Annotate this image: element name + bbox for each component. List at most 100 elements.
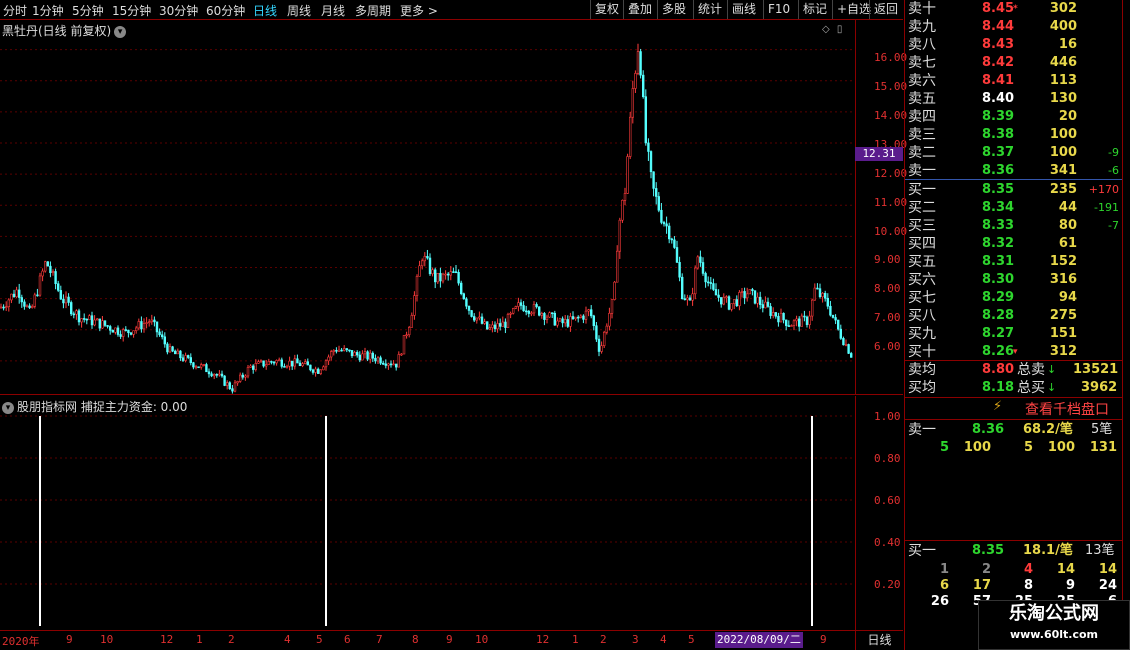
candle xyxy=(602,330,606,349)
candle xyxy=(532,301,536,317)
candle xyxy=(135,325,138,334)
candle xyxy=(218,370,221,377)
period-tab-monthly[interactable]: 月线 xyxy=(321,2,345,19)
period-tab-15min[interactable]: 15分钟 xyxy=(112,2,151,19)
level2-ask-row: 卖一 8.36 68.2/笔 5笔 xyxy=(905,421,1123,439)
candle xyxy=(839,324,843,340)
asks-row[interactable]: 卖一 8.36 341 -6 xyxy=(905,162,1123,180)
main-price-chart[interactable]: 黑牡丹(日线 前复权) ▾ ◇ ▯ 16.00 15.00 14.00 13.00… xyxy=(0,20,907,395)
period-tab-60min[interactable]: 60分钟 xyxy=(206,2,245,19)
candle xyxy=(678,256,681,282)
candle xyxy=(636,43,640,76)
candle xyxy=(696,255,700,270)
back-button[interactable]: 返回 xyxy=(869,0,902,19)
candle xyxy=(337,345,341,352)
collapsed-side-panel[interactable] xyxy=(1122,0,1130,600)
period-tab-more[interactable]: 更多 > xyxy=(400,2,438,19)
bids-row[interactable]: 买三 8.33 80 -7 xyxy=(905,217,1123,235)
period-tag[interactable]: 日线 xyxy=(855,631,903,650)
period-tab-fenshi[interactable]: 分时 xyxy=(3,2,27,19)
period-tab-5min[interactable]: 5分钟 xyxy=(72,2,104,19)
date-tick: 4 xyxy=(660,633,667,646)
queue-cell: 100 xyxy=(1047,440,1075,455)
fuquan-button[interactable]: 复权 xyxy=(590,0,623,19)
bids-row[interactable]: 买九 8.27 151 xyxy=(905,325,1123,343)
candle xyxy=(849,351,853,358)
bids-row[interactable]: 买八 8.28 275 xyxy=(905,307,1123,325)
candle xyxy=(774,311,778,319)
period-tab-daily[interactable]: 日线 xyxy=(253,2,277,19)
price-tick: 15.00 xyxy=(874,80,908,93)
asks-price: 8.42 xyxy=(982,55,1015,70)
asks-row[interactable]: 卖十 8.45 * 302 xyxy=(905,0,1123,18)
candle xyxy=(452,267,455,273)
chevron-down-icon[interactable]: ▾ xyxy=(114,25,127,38)
asks-row[interactable]: 卖七 8.42 446 xyxy=(905,54,1123,72)
f10-button[interactable]: F10 xyxy=(763,0,794,19)
candle xyxy=(662,220,666,227)
indicator-canvas[interactable] xyxy=(0,396,903,630)
candle xyxy=(449,265,452,281)
candle xyxy=(30,304,34,309)
candle xyxy=(241,372,244,380)
asks-row[interactable]: 卖六 8.41 113 xyxy=(905,72,1123,90)
date-tick: 7 xyxy=(376,633,383,646)
bids-row[interactable]: 买二 8.34 44 -191 xyxy=(905,199,1123,217)
candle xyxy=(329,349,333,361)
draw-line-button[interactable]: 画线 xyxy=(727,0,760,19)
price-tick: 10.00 xyxy=(874,225,908,238)
period-tab-1min[interactable]: 1分钟 xyxy=(32,2,64,19)
asks-row[interactable]: 卖四 8.39 20 xyxy=(905,108,1123,126)
candle xyxy=(618,217,622,259)
window-icon[interactable]: ▯ xyxy=(837,24,843,35)
date-tick: 2 xyxy=(228,633,235,646)
stats-button[interactable]: 统计 xyxy=(693,0,726,19)
asks-row[interactable]: 卖八 8.43 16 xyxy=(905,36,1123,54)
price-chart-canvas[interactable] xyxy=(0,20,903,395)
candle xyxy=(345,348,348,353)
level2-ask-queue: 5 100 5 100 131 xyxy=(905,440,1123,456)
candle xyxy=(322,365,325,371)
multi-stock-button[interactable]: 多股 xyxy=(657,0,690,19)
period-tab-multi[interactable]: 多周期 xyxy=(355,2,391,19)
candle xyxy=(75,309,78,320)
candle xyxy=(800,313,804,327)
asks-row[interactable]: 卖二 8.37 100 -9 xyxy=(905,144,1123,162)
bids-price: 8.28 xyxy=(982,308,1015,323)
candle xyxy=(41,268,44,282)
bids-row[interactable]: 买一 8.35 235 +170 xyxy=(905,181,1123,199)
candle xyxy=(834,314,837,325)
diamond-icon[interactable]: ◇ xyxy=(822,24,830,35)
asks-row[interactable]: 卖五 8.40 130 xyxy=(905,90,1123,108)
asks-row[interactable]: 卖九 8.44 400 xyxy=(905,18,1123,36)
asks-row[interactable]: 卖三 8.38 100 xyxy=(905,126,1123,144)
candle xyxy=(431,267,434,277)
price-tick: 14.00 xyxy=(874,109,908,122)
bids-row[interactable]: 买六 8.30 316 xyxy=(905,271,1123,289)
bids-volume: 61 xyxy=(1058,236,1077,251)
asks-volume: 16 xyxy=(1058,37,1077,52)
bids-price: 8.26 xyxy=(982,344,1015,359)
period-tab-weekly[interactable]: 周线 xyxy=(287,2,311,19)
candle xyxy=(246,365,250,379)
candle xyxy=(597,335,601,357)
qianpan-button[interactable]: ⚡ 查看千档盘口 xyxy=(905,398,1123,418)
chevron-down-icon[interactable]: ▾ xyxy=(2,401,14,414)
indicator-chart[interactable]: ▾ 股朋指标网 捕捉主力资金: 0.00 1.00 0.80 0.60 0.40 … xyxy=(0,396,903,630)
candle xyxy=(480,313,484,325)
candle xyxy=(176,348,179,355)
candle xyxy=(350,350,354,358)
mark-button[interactable]: 标记 xyxy=(798,0,831,19)
bids-row[interactable]: 买七 8.29 94 xyxy=(905,289,1123,307)
bids-row[interactable]: 买五 8.31 152 xyxy=(905,253,1123,271)
date-tick: 5 xyxy=(688,633,695,646)
overlay-button[interactable]: 叠加 xyxy=(623,0,656,19)
candle xyxy=(220,370,224,378)
bids-row[interactable]: 买四 8.32 61 xyxy=(905,235,1123,253)
level2-bid-price: 8.35 xyxy=(972,543,1005,558)
candle xyxy=(826,293,830,310)
bids-row[interactable]: 买十 8.26 ▾ 312 xyxy=(905,343,1123,361)
period-tab-30min[interactable]: 30分钟 xyxy=(159,2,198,19)
candle xyxy=(64,291,68,309)
candle xyxy=(17,283,21,304)
